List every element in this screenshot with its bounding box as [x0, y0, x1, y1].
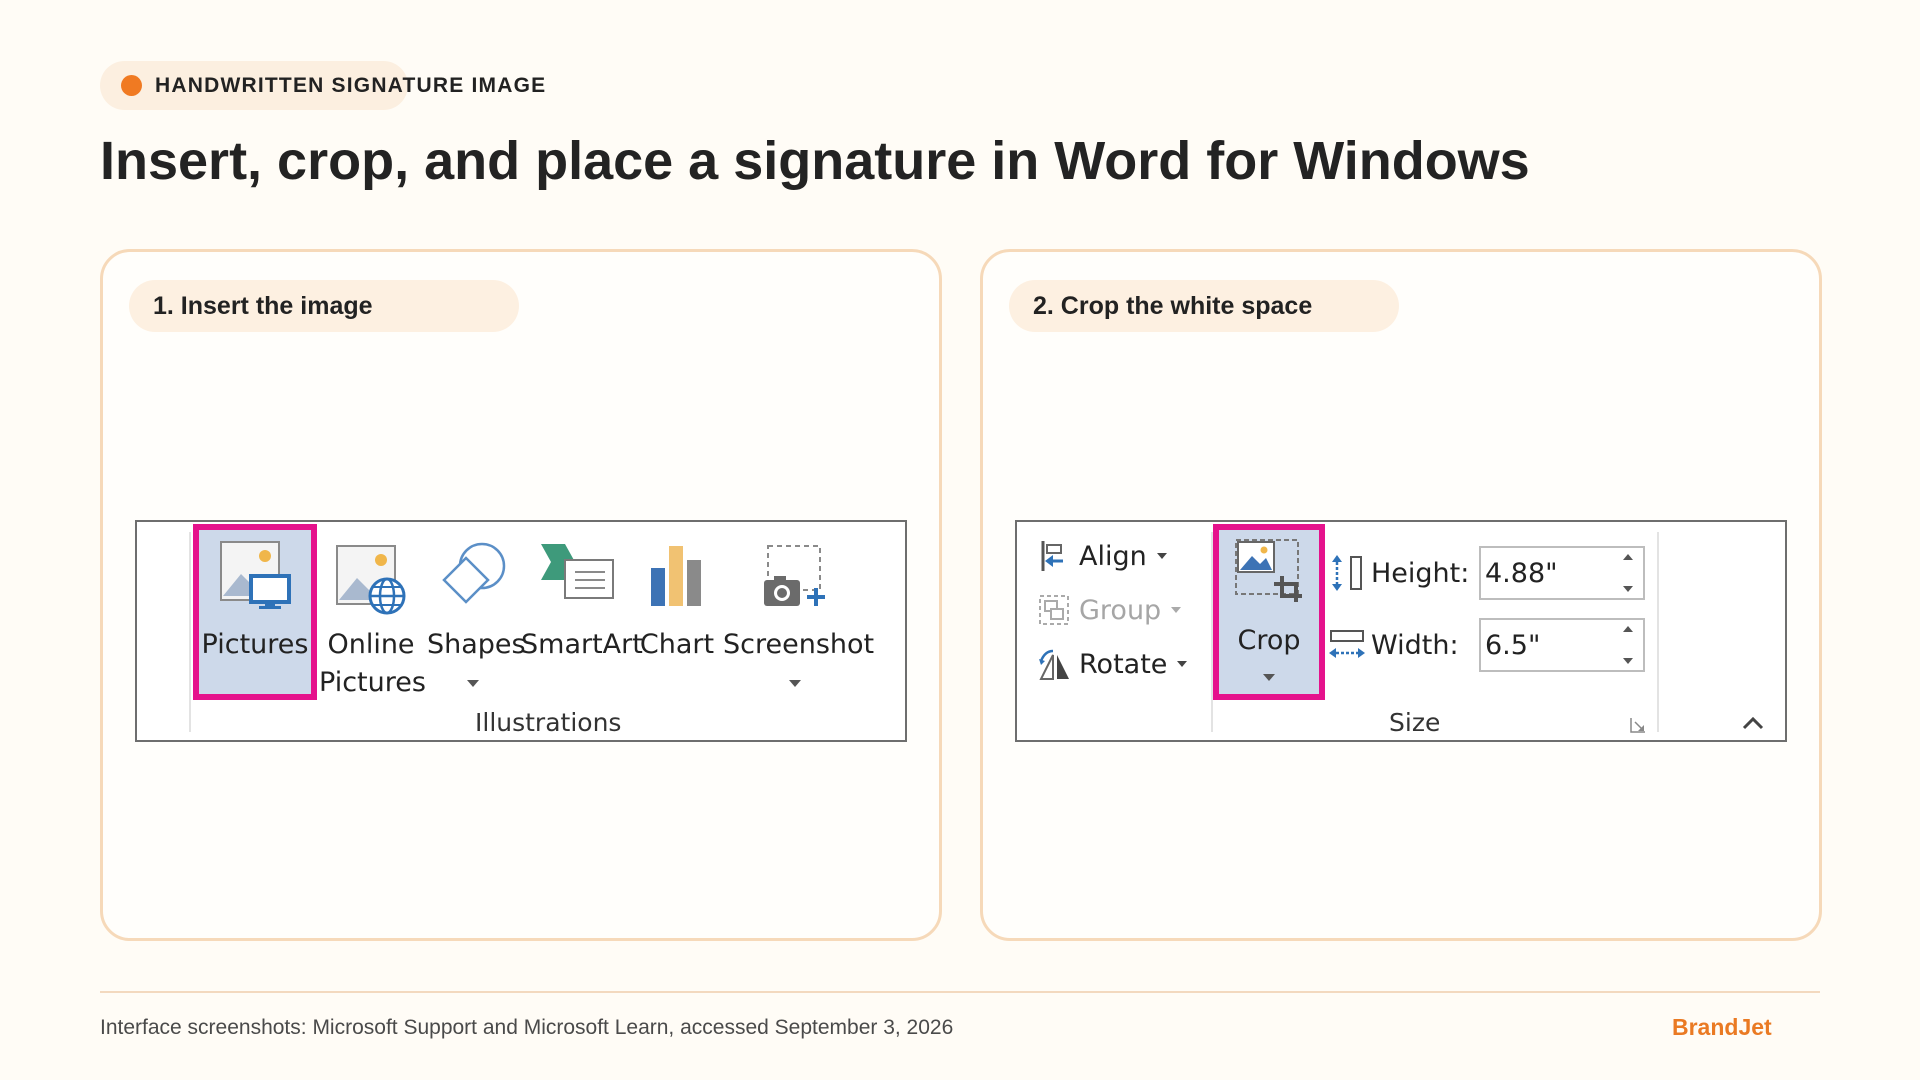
crop-label: Crop [1237, 625, 1301, 656]
rotate-label: Rotate [1079, 648, 1168, 680]
collapse-ribbon-icon[interactable] [1741, 714, 1765, 732]
step-card-crop: 2. Crop the white space Align Group Rota… [980, 249, 1822, 941]
size-ribbon: Align Group Rotate Crop Height: 4.88" Wi… [1015, 520, 1787, 742]
pictures-button[interactable]: Pictures [193, 524, 317, 700]
rotate-dropdown-icon [1177, 661, 1188, 667]
online-pictures-button[interactable]: Online Pictures [319, 530, 426, 700]
crop-button[interactable]: Crop [1213, 524, 1325, 700]
footer-source: Interface screenshots: Microsoft Support… [100, 1016, 954, 1039]
group-button[interactable]: Group [1037, 588, 1182, 632]
shapes-dropdown-icon[interactable] [467, 680, 479, 687]
smartart-button[interactable]: SmartArt [521, 530, 643, 700]
smartart-label: SmartArt [521, 629, 643, 660]
rotate-button[interactable]: Rotate [1037, 642, 1188, 686]
illustrations-ribbon: Pictures Online Pictures Shapes SmartArt… [135, 520, 907, 742]
height-value: 4.88" [1485, 557, 1558, 589]
align-icon [1041, 541, 1063, 571]
width-increase-icon[interactable] [1623, 626, 1633, 632]
chart-button[interactable]: Chart [637, 530, 717, 700]
step-title-insert: 1. Insert the image [129, 280, 519, 332]
shapes-icon [442, 542, 506, 604]
group-separator [1657, 532, 1659, 732]
online-pictures-icon [336, 545, 406, 615]
shapes-label: Shapes [427, 629, 526, 660]
align-button[interactable]: Align [1037, 534, 1167, 578]
width-icon [1329, 630, 1365, 658]
screenshot-icon [764, 545, 825, 606]
online-pictures-label: Online [327, 629, 415, 660]
crop-dropdown-icon [1263, 674, 1275, 681]
size-group-label: Size [1389, 708, 1441, 737]
chart-icon [651, 546, 701, 606]
illustrations-group-label: Illustrations [475, 708, 622, 737]
width-decrease-icon[interactable] [1623, 658, 1633, 664]
group-separator [189, 532, 191, 732]
group-label: Group [1079, 594, 1162, 626]
group-icon [1039, 595, 1069, 625]
eyebrow-label: HANDWRITTEN SIGNATURE IMAGE [155, 73, 547, 97]
align-dropdown-icon [1156, 553, 1167, 559]
pictures-label: Pictures [201, 629, 309, 660]
step-card-insert: 1. Insert the image Pictures Online Pict… [100, 249, 942, 941]
height-row: Height: [1327, 546, 1469, 600]
pictures-icon [220, 541, 291, 609]
crop-icon [1235, 539, 1302, 602]
width-input[interactable]: 6.5" [1479, 618, 1645, 672]
screenshot-dropdown-icon[interactable] [789, 680, 801, 687]
footer-divider [100, 991, 1820, 993]
width-value: 6.5" [1485, 629, 1541, 661]
smartart-icon [541, 544, 614, 599]
screenshot-label: Screenshot [723, 629, 875, 660]
height-icon [1332, 555, 1362, 591]
rotate-icon [1039, 649, 1069, 680]
height-decrease-icon[interactable] [1623, 586, 1633, 592]
height-label: Height: [1371, 557, 1470, 589]
page-title: Insert, crop, and place a signature in W… [100, 131, 1530, 191]
online-pictures-label-line2: Pictures [319, 667, 426, 698]
section-eyebrow: HANDWRITTEN SIGNATURE IMAGE [100, 61, 545, 110]
chart-label: Chart [639, 629, 715, 660]
width-spinner[interactable] [1621, 626, 1635, 664]
height-increase-icon[interactable] [1623, 554, 1633, 560]
dialog-launcher-icon[interactable] [1629, 716, 1647, 734]
shapes-button[interactable]: Shapes [427, 530, 526, 700]
screenshot-button[interactable]: Screenshot [723, 530, 875, 700]
group-dropdown-icon [1171, 607, 1182, 613]
width-label: Width: [1371, 629, 1459, 661]
height-input[interactable]: 4.88" [1479, 546, 1645, 600]
step-title-crop: 2. Crop the white space [1009, 280, 1399, 332]
accent-dot-icon [121, 75, 142, 96]
align-label: Align [1079, 540, 1147, 572]
footer-brand: BrandJet [1672, 1014, 1772, 1040]
height-spinner[interactable] [1621, 554, 1635, 592]
width-row: Width: [1327, 618, 1459, 672]
